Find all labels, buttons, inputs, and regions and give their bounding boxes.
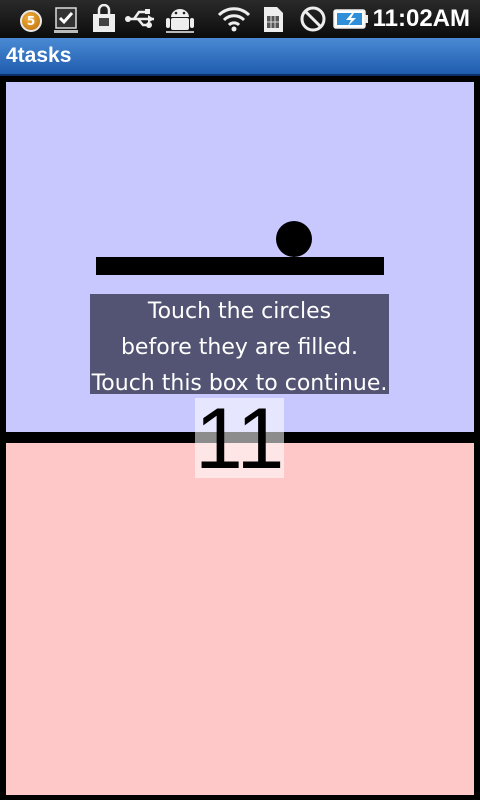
- battery-charging-icon: [333, 9, 368, 29]
- usb-icon: [125, 9, 154, 28]
- instruction-line: Touch this box to continue.: [91, 371, 388, 396]
- notification-count: 5: [20, 10, 42, 32]
- status-clock: 11:02AM: [372, 5, 470, 32]
- countdown-counter: 11: [195, 398, 284, 478]
- ball: [276, 221, 312, 257]
- bottom-task-panel[interactable]: [6, 443, 474, 795]
- status-bar: 5 11:02AM: [0, 0, 480, 38]
- app-title: 4tasks: [6, 44, 72, 67]
- instruction-box[interactable]: Touch the circles before they are filled…: [90, 294, 389, 396]
- task-done-icon: [54, 7, 78, 33]
- instruction-line: Touch the circles: [147, 299, 332, 324]
- notification-badge-icon: 5: [14, 4, 46, 34]
- android-debug-icon: [166, 9, 194, 33]
- paddle[interactable]: [96, 257, 384, 275]
- sim-card-icon: [264, 7, 283, 32]
- instruction-line: before they are filled.: [120, 335, 359, 360]
- wifi-icon: [217, 7, 251, 32]
- blocked-icon: [300, 6, 326, 32]
- app-title-bar: 4tasks: [0, 38, 480, 76]
- shopping-bag-icon: [93, 4, 115, 32]
